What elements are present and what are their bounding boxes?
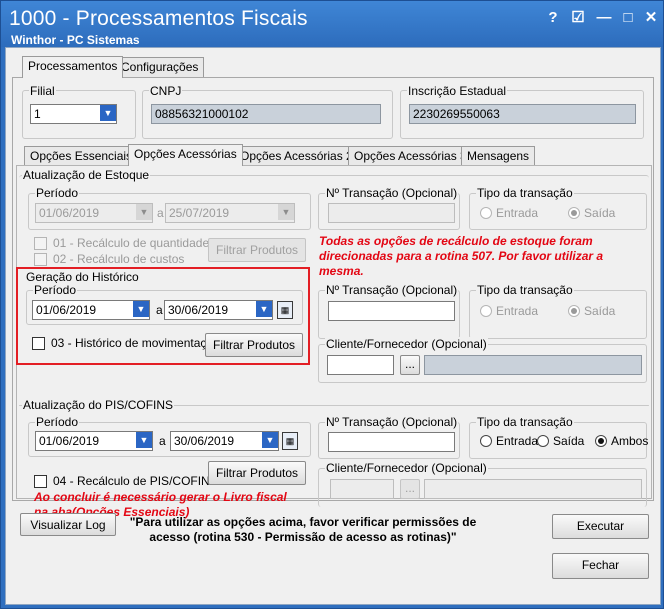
estoque-title: Atualização de Estoque — [22, 168, 151, 182]
tab-opcoes-acessorias[interactable]: Opções Acessórias — [128, 144, 243, 166]
pis-recalculo-checkbox[interactable] — [34, 475, 47, 488]
pis-tipo-label: Tipo da transação — [476, 415, 574, 429]
pis-ambos-label: Ambos — [611, 434, 649, 448]
permissions-message: "Para utilizar as opções acima, favor ve… — [129, 515, 477, 544]
estoque-entrada-radio[interactable] — [480, 207, 492, 219]
chevron-down-icon[interactable]: ▼ — [256, 301, 272, 317]
historico-saida-label: Saída — [584, 304, 616, 318]
pis-recalculo-label: 04 - Recálculo de PIS/COFINS — [53, 474, 218, 488]
estoque-warning: Todas as opções de recálculo de estoque … — [319, 234, 604, 278]
chevron-down-icon[interactable]: ▼ — [136, 432, 152, 448]
estoque-entrada-label: Entrada — [496, 206, 539, 220]
calendar-icon[interactable]: ▦ — [277, 301, 293, 319]
chevron-down-icon[interactable]: ▼ — [262, 432, 278, 448]
estoque-saida-radio[interactable] — [568, 207, 580, 219]
tab-opcoes-acessorias-3[interactable]: Opções Acessórias 3 — [348, 146, 473, 166]
historico-title: Geração do Histórico — [25, 270, 140, 284]
chevron-down-icon[interactable]: ▼ — [133, 301, 149, 317]
pis-cliente-name[interactable] — [424, 479, 642, 499]
historico-movimentacoes-label: 03 - Histórico de movimentações — [51, 336, 226, 350]
recalculo-quantidades-checkbox[interactable] — [34, 237, 47, 250]
historico-cliente-code[interactable] — [327, 355, 394, 375]
recalculo-custos-label: 02 - Recálculo de custos — [53, 252, 185, 266]
tab-opcoes-essenciais[interactable]: Opções Essenciais — [24, 146, 139, 166]
historico-saida-radio[interactable] — [568, 305, 580, 317]
estoque-date-to[interactable]: 25/07/2019 — [165, 203, 295, 223]
pis-saida-label: Saída — [553, 434, 585, 448]
recalculo-custos-checkbox[interactable] — [34, 253, 47, 266]
window-subtitle: Winthor - PC Sistemas — [11, 33, 140, 47]
client-area: Processamentos Configurações Filial 1 ▼ … — [5, 47, 661, 605]
recalculo-quantidades-label: 01 - Recálculo de quantidades — [53, 236, 216, 250]
main-window: 1000 - Processamentos Fiscais Winthor - … — [0, 0, 664, 609]
inscricao-field[interactable]: 2230269550063 — [409, 104, 636, 124]
pis-cliente-label: Cliente/Fornecedor (Opcional) — [325, 461, 488, 475]
maximize-icon[interactable]: □ — [618, 8, 638, 28]
chevron-down-icon[interactable]: ▼ — [136, 204, 152, 220]
minimize-icon[interactable]: — — [594, 8, 614, 28]
historico-entrada-label: Entrada — [496, 304, 539, 318]
estoque-transacao-input[interactable] — [328, 203, 455, 223]
historico-cliente-name[interactable] — [424, 355, 642, 375]
edit-icon[interactable]: ☑ — [568, 8, 588, 28]
historico-entrada-radio[interactable] — [480, 305, 492, 317]
pis-saida-radio[interactable] — [537, 435, 549, 447]
processamentos-panel: Filial 1 ▼ CNPJ 08856321000102 Inscrição… — [12, 77, 654, 519]
estoque-tipo-label: Tipo da transação — [476, 186, 574, 200]
historico-cliente-label: Cliente/Fornecedor (Opcional) — [325, 337, 488, 351]
estoque-sep: a — [157, 206, 164, 220]
historico-transacao-input[interactable] — [328, 301, 455, 321]
title-bar: 1000 - Processamentos Fiscais Winthor - … — [1, 1, 663, 47]
pis-title: Atualização do PIS/COFINS — [22, 398, 175, 412]
cnpj-label: CNPJ — [149, 84, 183, 98]
tab-opcoes-acessorias-2[interactable]: Opções Acessórias 2 — [234, 146, 359, 166]
estoque-transacao-label: Nº Transação (Opcional) — [325, 186, 459, 200]
historico-sep: a — [156, 303, 163, 317]
pis-entrada-radio[interactable] — [480, 435, 492, 447]
historico-transacao-label: Nº Transação (Opcional) — [325, 283, 459, 297]
historico-filtrar-button[interactable]: Filtrar Produtos — [205, 333, 303, 357]
pis-cliente-search-button[interactable]: ... — [400, 479, 420, 499]
visualizar-log-button[interactable]: Visualizar Log — [20, 513, 116, 536]
calendar-icon[interactable]: ▦ — [282, 432, 298, 450]
historico-periodo-label: Período — [33, 283, 78, 297]
tab-processamentos[interactable]: Processamentos — [22, 56, 124, 78]
estoque-saida-label: Saída — [584, 206, 616, 220]
inscricao-label: Inscrição Estadual — [407, 84, 508, 98]
acessorias-panel: Atualização de Estoque Período 01/06/201… — [16, 165, 652, 519]
tab-configuracoes[interactable]: Configurações — [115, 57, 205, 77]
tab-mensagens[interactable]: Mensagens — [461, 146, 536, 166]
historico-tipo-label: Tipo da transação — [476, 283, 574, 297]
filial-label: Filial — [29, 84, 56, 98]
fechar-button[interactable]: Fechar — [552, 553, 649, 579]
estoque-periodo-label: Período — [35, 186, 80, 200]
cnpj-field[interactable]: 08856321000102 — [151, 104, 381, 124]
historico-cliente-search-button[interactable]: ... — [400, 355, 420, 375]
help-icon[interactable]: ? — [543, 8, 563, 28]
executar-button[interactable]: Executar — [552, 514, 649, 539]
close-icon[interactable]: ✕ — [641, 8, 661, 28]
pis-ambos-radio[interactable] — [595, 435, 607, 447]
chevron-down-icon[interactable]: ▼ — [278, 204, 294, 220]
pis-transacao-input[interactable] — [328, 432, 455, 452]
estoque-filtrar-button[interactable]: Filtrar Produtos — [208, 238, 306, 262]
chevron-down-icon[interactable]: ▼ — [100, 105, 116, 121]
pis-transacao-label: Nº Transação (Opcional) — [325, 415, 459, 429]
pis-cliente-code[interactable] — [330, 479, 394, 499]
pis-periodo-label: Período — [35, 415, 80, 429]
pis-filtrar-button[interactable]: Filtrar Produtos — [208, 461, 306, 485]
pis-entrada-label: Entrada — [496, 434, 539, 448]
pis-sep: a — [159, 434, 166, 448]
historico-movimentacoes-checkbox[interactable] — [32, 337, 45, 350]
window-title: 1000 - Processamentos Fiscais — [9, 7, 308, 30]
